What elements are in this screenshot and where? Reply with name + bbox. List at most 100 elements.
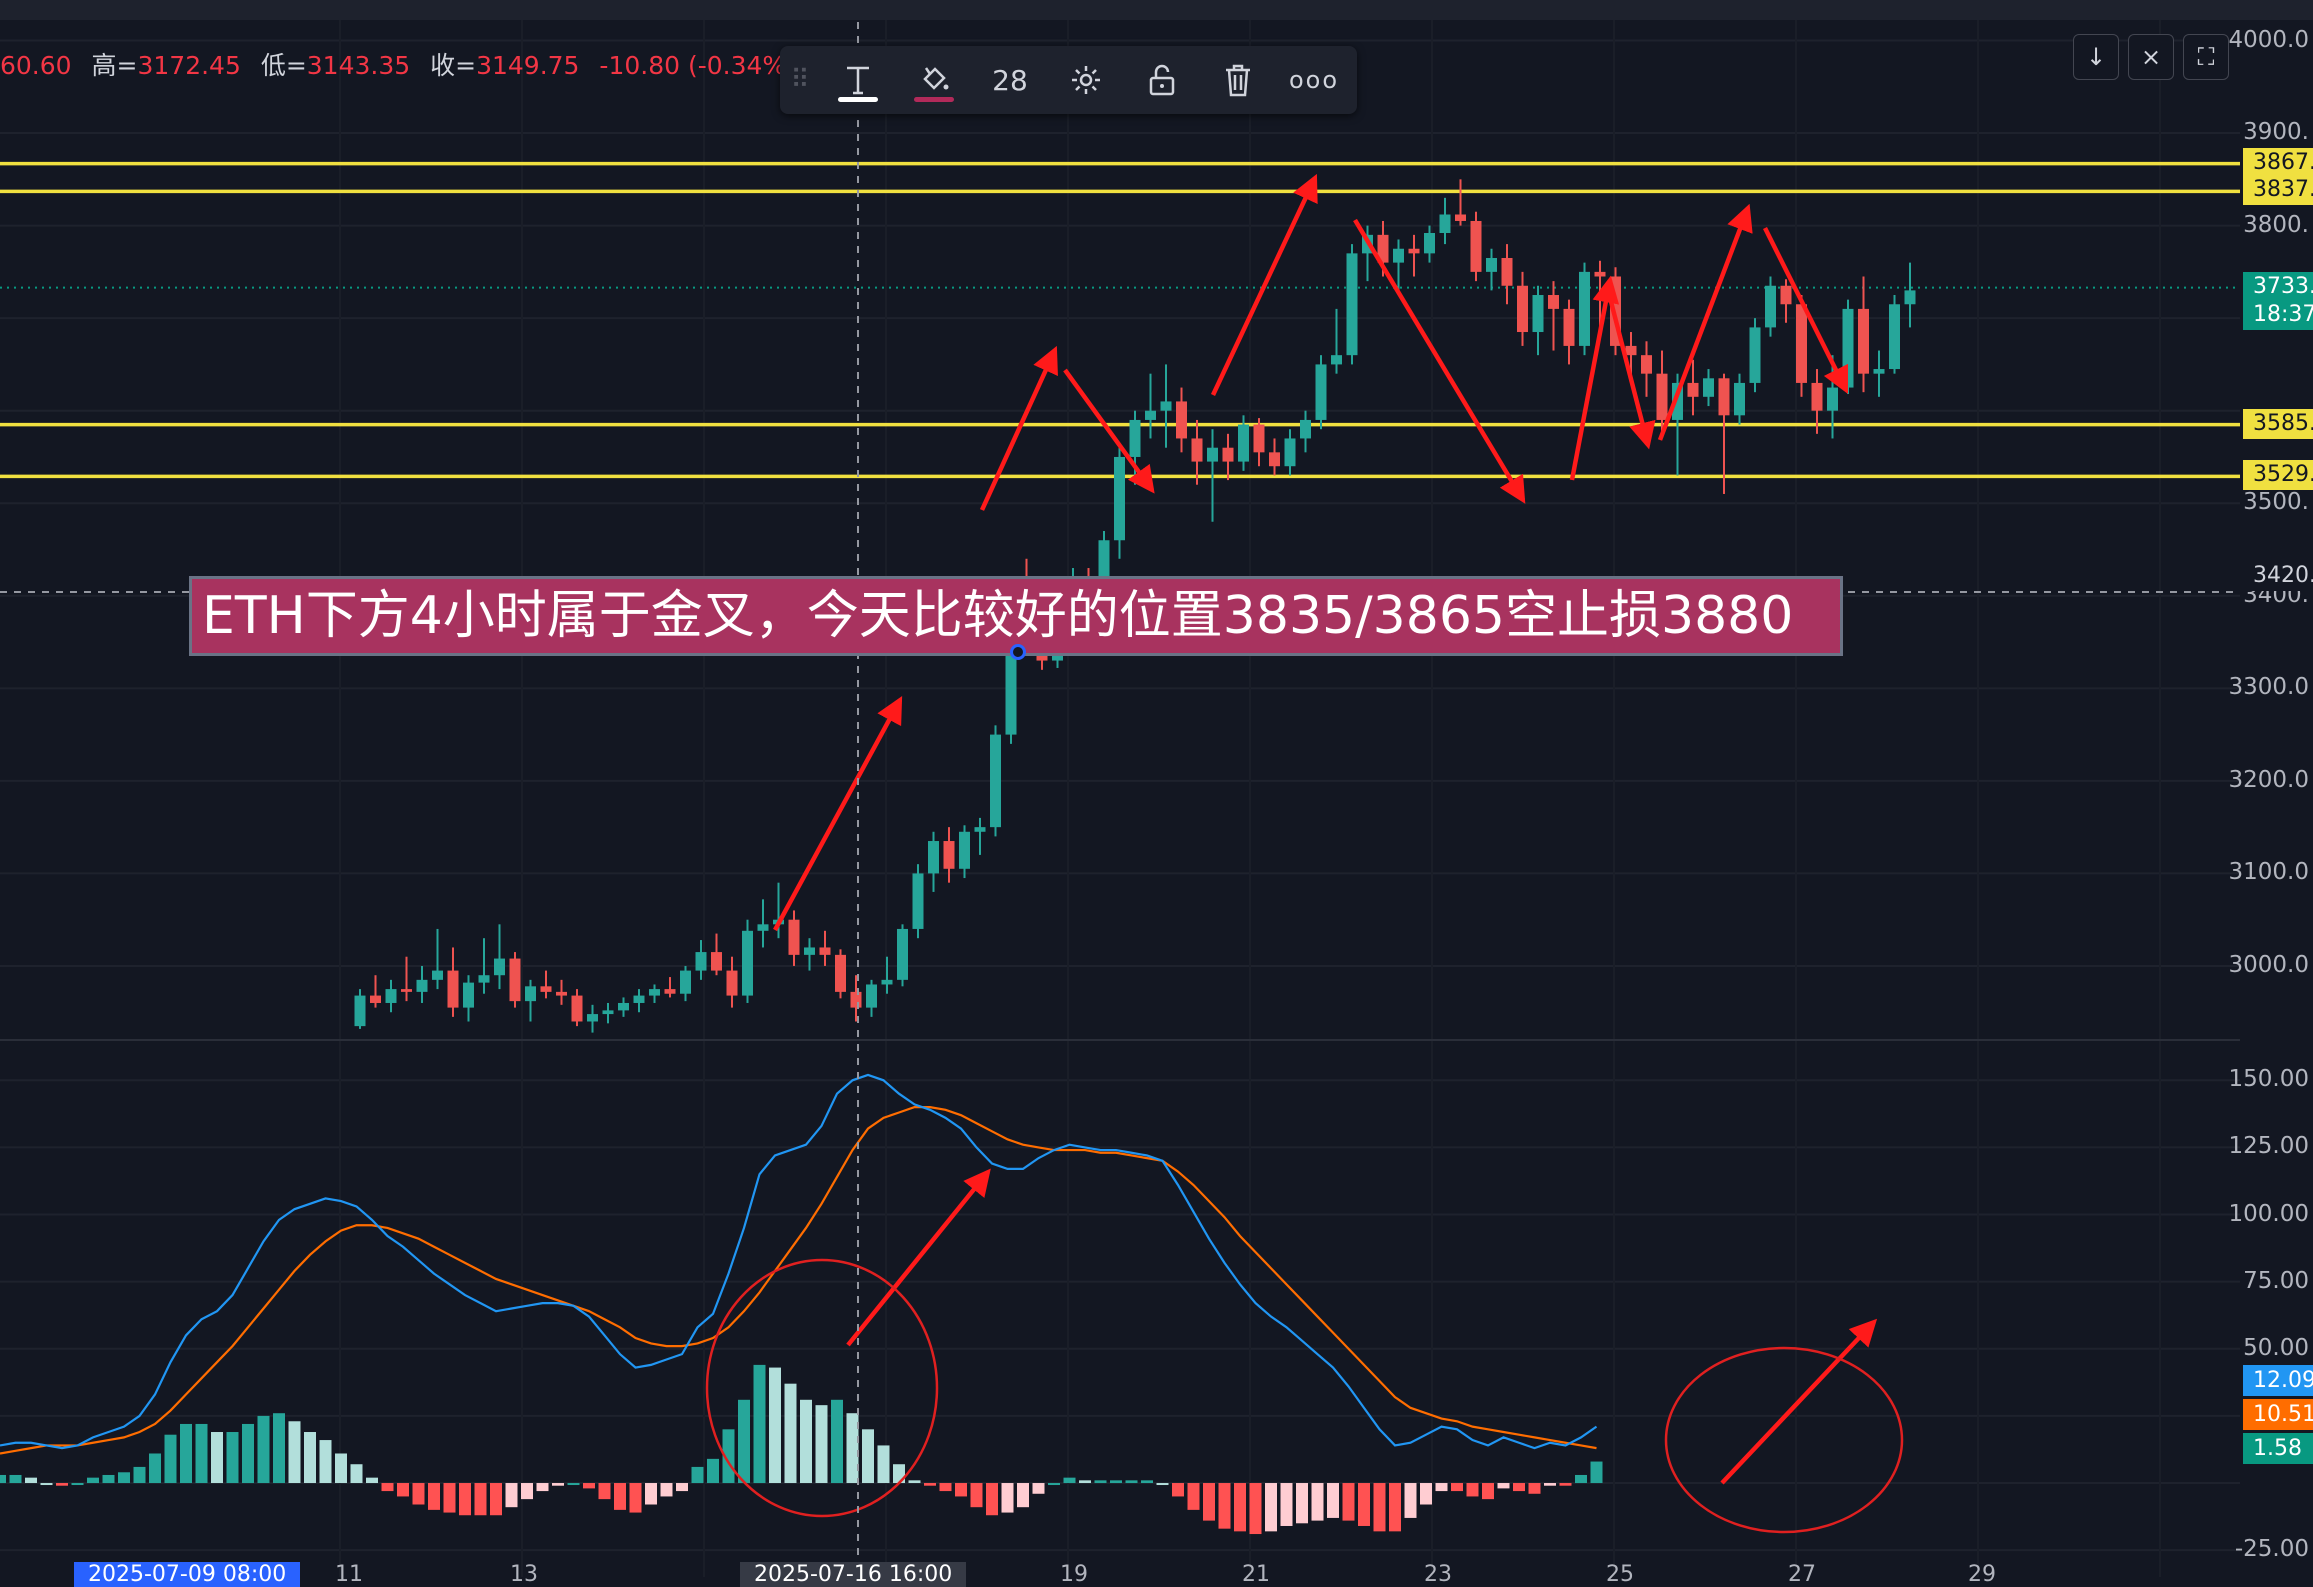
candle-up — [416, 979, 428, 992]
macd-histogram-bar — [1513, 1483, 1525, 1492]
macd-histogram-bar — [1575, 1474, 1587, 1484]
candle-up — [1889, 304, 1900, 370]
text-anchor-handle[interactable] — [1010, 644, 1026, 660]
macd-histogram-bar — [784, 1383, 797, 1484]
delete-button[interactable] — [1200, 46, 1276, 114]
macd-histogram-bar — [877, 1445, 890, 1484]
price-tag: 18:37 — [2243, 300, 2313, 331]
time-tick-label: 11 — [335, 1562, 363, 1587]
candle-down — [509, 958, 521, 1002]
candle-up — [742, 930, 753, 996]
candle-up — [1873, 369, 1885, 374]
macd-histogram-bar — [304, 1432, 316, 1484]
macd-histogram-bar — [738, 1399, 750, 1484]
highlight-circle — [1664, 1346, 1904, 1534]
candle-up — [478, 975, 490, 983]
candle-up — [1486, 257, 1497, 272]
macd-tick-label: 125.00 — [2228, 1133, 2309, 1160]
candle-down — [1687, 382, 1699, 397]
candle-down — [1858, 308, 1869, 374]
macd-histogram-bar — [707, 1458, 719, 1484]
time-tick-label: 2025-07-09 08:00 — [74, 1562, 301, 1587]
macd-histogram-bar — [1559, 1483, 1572, 1486]
macd-histogram-bar — [1218, 1483, 1231, 1529]
macd-histogram-bar — [180, 1423, 192, 1484]
drag-handle-icon[interactable]: ⠿ — [780, 46, 820, 114]
maximize-button[interactable]: ⛶ — [2183, 34, 2229, 80]
candle-down — [1269, 452, 1280, 467]
macd-histogram-bar — [1001, 1483, 1014, 1513]
ohlc-close-value: 3149.75 — [476, 51, 580, 80]
macd-tick-label: 75.00 — [2243, 1267, 2309, 1294]
candle-up — [1238, 424, 1249, 462]
candle-up — [602, 1010, 614, 1015]
candle-up — [1331, 355, 1342, 365]
macd-histogram-bar — [257, 1415, 270, 1484]
macd-histogram-bar — [40, 1483, 53, 1486]
candle-up — [959, 831, 970, 869]
chart-canvas[interactable] — [0, 0, 2313, 1577]
price-tag: 3585. — [2243, 408, 2313, 439]
macd-histogram-bar — [1249, 1483, 1262, 1535]
price-tick-label: 3500. — [2243, 489, 2309, 516]
macd-histogram-bar — [986, 1483, 998, 1516]
candle-up — [1827, 387, 1838, 411]
macd-histogram-bar — [955, 1483, 967, 1497]
trash-icon — [1226, 64, 1250, 97]
macd-histogram-bar — [939, 1483, 952, 1492]
macd-histogram-bar — [676, 1483, 688, 1492]
candle-up — [866, 984, 877, 1008]
settings-button[interactable] — [1048, 46, 1124, 114]
macd-histogram-bar — [1327, 1483, 1339, 1518]
candle-up — [1734, 382, 1745, 416]
candle-up — [1207, 447, 1218, 462]
macd-histogram-bar — [1094, 1480, 1107, 1484]
macd-histogram-bar — [490, 1483, 502, 1516]
time-tick-label: 27 — [1788, 1562, 1816, 1587]
ohlc-low-value: 3143.35 — [306, 51, 411, 80]
macd-histogram-bar — [9, 1474, 22, 1484]
macd-histogram-bar — [1187, 1483, 1200, 1510]
macd-tick-label: 100.00 — [2228, 1200, 2309, 1227]
candle-up — [804, 947, 815, 955]
macd-histogram-bar — [242, 1423, 254, 1484]
candle-down — [1455, 214, 1466, 221]
candle-down — [726, 970, 738, 996]
scroll-down-button[interactable]: ↓ — [2073, 34, 2119, 80]
macd-histogram-bar — [133, 1466, 146, 1484]
macd-histogram-bar — [1032, 1483, 1045, 1494]
macd-histogram-bar — [366, 1477, 378, 1484]
candle-down — [1796, 304, 1807, 383]
macd-histogram-bar — [800, 1399, 812, 1484]
macd-histogram-bar — [87, 1477, 99, 1484]
candle-down — [1548, 295, 1559, 309]
macd-histogram-bar — [1389, 1483, 1401, 1532]
text-tool-button[interactable] — [820, 46, 896, 114]
collapse-button[interactable]: ⨯ — [2128, 34, 2174, 80]
candle-up — [974, 827, 986, 832]
more-button[interactable]: ooo — [1276, 46, 1352, 114]
lock-button[interactable] — [1124, 46, 1200, 114]
macd-histogram-bar — [118, 1472, 130, 1484]
fill-color-button[interactable] — [896, 46, 972, 114]
macd-tick-label: 50.00 — [2243, 1334, 2309, 1361]
trend-arrow — [773, 696, 903, 932]
price-tick-label: 3900. — [2243, 119, 2309, 146]
arrow-down-icon: ↓ — [2085, 43, 2107, 71]
font-size-button[interactable]: 28 — [972, 46, 1048, 114]
macd-histogram-bar — [1482, 1483, 1494, 1500]
macd-histogram-bar — [1234, 1483, 1246, 1532]
candle-up — [1842, 308, 1854, 388]
macd-histogram-bar — [1590, 1461, 1603, 1484]
candle-down — [370, 995, 381, 1003]
macd-value-tag: 1.58 — [2243, 1433, 2313, 1464]
ohlc-high-value: 3172.45 — [137, 51, 241, 80]
candle-up — [1532, 295, 1544, 333]
macd-histogram-bar — [459, 1483, 471, 1516]
maximize-icon: ⛶ — [2197, 43, 2215, 71]
macd-histogram-bar — [908, 1480, 921, 1484]
price-tag: 3420. — [2243, 561, 2313, 592]
drawing-toolbar: ⠿ 28 ooo — [780, 46, 1357, 114]
candle-up — [525, 986, 536, 1002]
trend-arrow — [1569, 275, 1620, 481]
